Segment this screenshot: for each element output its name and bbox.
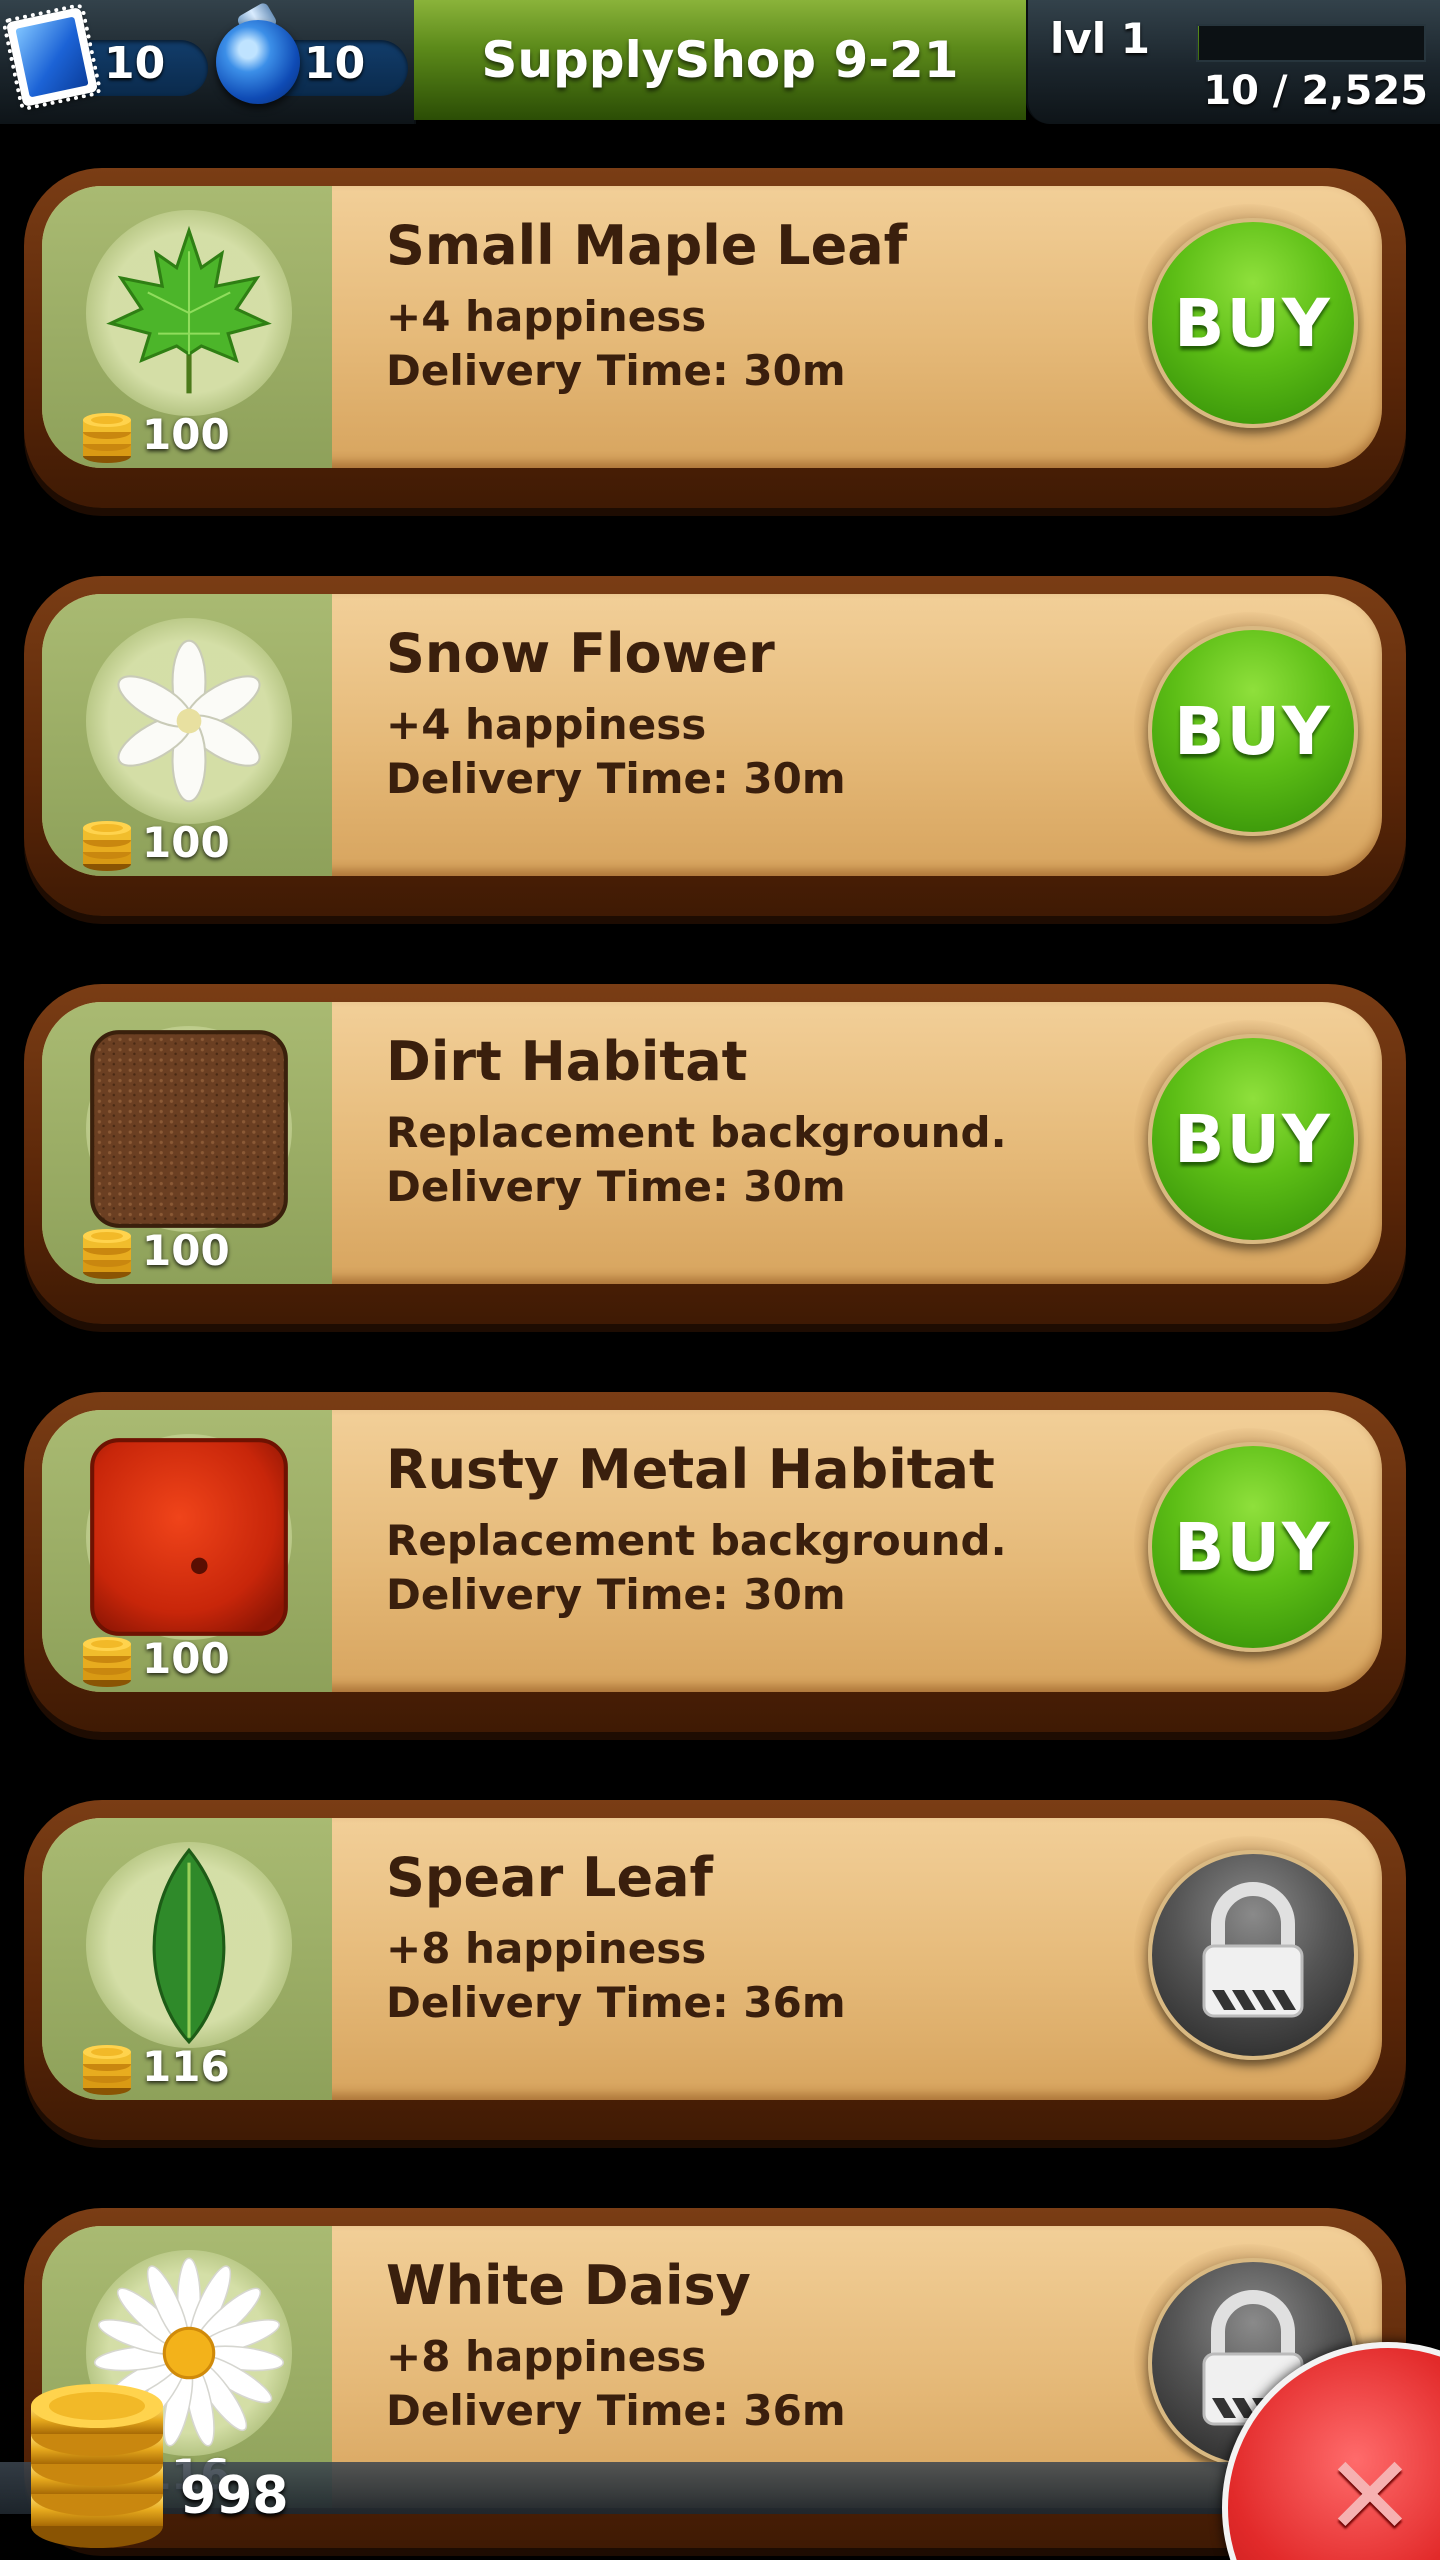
item-delivery-time: Delivery Time: 30m xyxy=(386,1162,846,1211)
xp-bar-fill xyxy=(1198,26,1199,60)
item-description: Replacement background. xyxy=(386,1516,1007,1565)
coin-icon xyxy=(83,2045,131,2095)
item-delivery-time: Delivery Time: 30m xyxy=(386,754,846,803)
coin-stack-icon xyxy=(31,2384,163,2548)
item-price: 100 xyxy=(80,812,230,872)
coin-icon xyxy=(83,1637,131,1687)
buy-button[interactable]: BUY xyxy=(1148,1442,1358,1652)
card-face: 100 Small Maple Leaf +4 happiness Delivery … xyxy=(42,186,1382,468)
item-description: +4 happiness xyxy=(386,292,707,341)
item-action: BUY xyxy=(1134,1020,1364,1250)
item-price-value: 100 xyxy=(142,1225,230,1275)
shop-item-card: 116 Spear Leaf +8 happiness Delivery Time: … xyxy=(24,1800,1406,2140)
wallet-coins: 998 xyxy=(180,2466,289,2526)
card-face: 100 Dirt Habitat Replacement background. De… xyxy=(42,1002,1382,1284)
spear-leaf-icon xyxy=(86,1842,292,2048)
item-icon-panel: 100 xyxy=(42,186,332,468)
item-action: BUY xyxy=(1134,612,1364,842)
item-delivery-time: Delivery Time: 36m xyxy=(386,2386,846,2435)
dirt-habitat-icon xyxy=(86,1026,292,1232)
item-name: Rusty Metal Habitat xyxy=(386,1438,995,1501)
buy-button[interactable]: BUY xyxy=(1148,1034,1358,1244)
card-face: 100 Snow Flower +4 happiness Delivery Time:… xyxy=(42,594,1382,876)
item-name: Small Maple Leaf xyxy=(386,214,908,277)
item-action: BUY xyxy=(1134,1428,1364,1658)
rusty-metal-habitat-icon xyxy=(86,1434,292,1640)
shop-item-card: 100 Snow Flower +4 happiness Delivery Time:… xyxy=(24,576,1406,916)
item-action: BUY xyxy=(1134,204,1364,434)
close-icon[interactable]: ✕ xyxy=(1300,2432,1440,2560)
supply-shop-screen: 100 Small Maple Leaf +4 happiness Delivery … xyxy=(0,0,1440,2560)
card-face: 116 Spear Leaf +8 happiness Delivery Time: … xyxy=(42,1818,1382,2100)
item-delivery-time: Delivery Time: 30m xyxy=(386,346,846,395)
item-delivery-time: Delivery Time: 36m xyxy=(386,1978,846,2027)
stamp-icon xyxy=(5,7,99,107)
item-icon-panel: 100 xyxy=(42,594,332,876)
snow-flower-icon xyxy=(86,618,292,824)
shop-title: SupplyShop 9-21 xyxy=(414,0,1026,120)
item-price: 100 xyxy=(80,404,230,464)
padlock-icon xyxy=(1202,1882,1304,2018)
item-name: Spear Leaf xyxy=(386,1846,714,1909)
xp-bar xyxy=(1196,24,1426,62)
coin-icon xyxy=(83,413,131,463)
item-description: +8 happiness xyxy=(386,1924,707,1973)
item-action xyxy=(1134,1836,1364,2066)
item-price-value: 116 xyxy=(142,2041,230,2091)
item-delivery-time: Delivery Time: 30m xyxy=(386,1570,846,1619)
item-price: 100 xyxy=(80,1628,230,1688)
item-description: +8 happiness xyxy=(386,2332,707,2381)
item-price-value: 100 xyxy=(142,817,230,867)
item-icon-panel: 116 xyxy=(42,1818,332,2100)
potions-count: 10 xyxy=(304,38,366,89)
card-face: 100 Rusty Metal Habitat Replacement backgr… xyxy=(42,1410,1382,1692)
item-price-value: 100 xyxy=(142,409,230,459)
item-icon-panel: 100 xyxy=(42,1002,332,1284)
potion-icon xyxy=(216,20,300,104)
item-price: 100 xyxy=(80,1220,230,1280)
item-name: White Daisy xyxy=(386,2254,751,2317)
item-list: 100 Small Maple Leaf +4 happiness Delivery … xyxy=(0,0,1440,2560)
level-panel: lvl 1 10 / 2,525 xyxy=(1026,0,1440,124)
item-price-value: 100 xyxy=(142,1633,230,1683)
item-description: +4 happiness xyxy=(386,700,707,749)
xp-text: 10 / 2,525 xyxy=(1203,68,1428,114)
item-price: 116 xyxy=(80,2036,230,2096)
buy-button[interactable]: BUY xyxy=(1148,218,1358,428)
coin-icon xyxy=(83,821,131,871)
item-name: Snow Flower xyxy=(386,622,775,685)
shop-item-card: 100 Small Maple Leaf +4 happiness Delivery … xyxy=(24,168,1406,508)
item-name: Dirt Habitat xyxy=(386,1030,748,1093)
stamps-count: 10 xyxy=(104,38,166,89)
top-bar: 10 10 SupplyShop 9-21 lvl 1 10 / 2,525 xyxy=(0,0,1440,124)
item-icon-panel: 100 xyxy=(42,1410,332,1692)
item-description: Replacement background. xyxy=(386,1108,1007,1157)
locked-button xyxy=(1148,1850,1358,2060)
level-label: lvl 1 xyxy=(1050,14,1151,63)
currency-panel: 10 10 xyxy=(0,0,416,124)
shop-item-card: 100 Dirt Habitat Replacement background. De… xyxy=(24,984,1406,1324)
shop-item-card: 100 Rusty Metal Habitat Replacement backgr… xyxy=(24,1392,1406,1732)
coin-icon xyxy=(83,1229,131,1279)
buy-button[interactable]: BUY xyxy=(1148,626,1358,836)
maple-leaf-icon xyxy=(86,210,292,416)
